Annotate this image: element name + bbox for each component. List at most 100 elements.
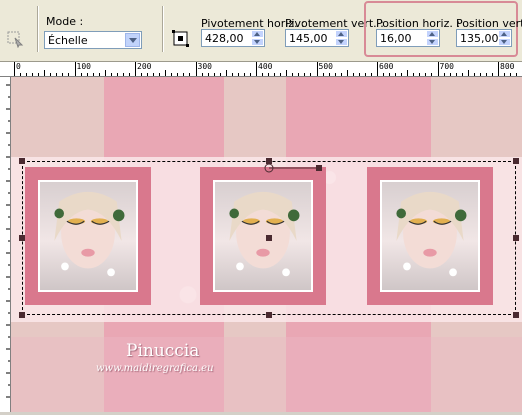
position-vert-input[interactable]: 135,00 xyxy=(456,29,512,47)
mode-dropdown[interactable]: Échelle xyxy=(44,31,142,49)
ruler-minor-tick xyxy=(358,73,360,76)
ruler-minor-tick xyxy=(286,70,288,76)
ruler-minor-tick xyxy=(189,73,191,76)
ruler-minor-tick xyxy=(249,73,251,76)
ruler-minor-tick xyxy=(104,70,106,76)
resize-handle-tr[interactable] xyxy=(513,158,519,164)
ruler-minor-tick xyxy=(310,73,312,76)
ruler-minor-tick xyxy=(213,73,215,76)
ruler-minor-tick xyxy=(116,73,118,76)
spin-down-icon[interactable] xyxy=(498,38,511,46)
ruler-major-tick xyxy=(437,62,439,76)
ruler-minor-tick xyxy=(352,73,354,76)
ruler-label: 600 xyxy=(379,62,394,71)
ruler-minor-tick xyxy=(473,73,475,76)
ruler-minor-tick xyxy=(44,70,46,76)
pick-tool-icon[interactable] xyxy=(6,30,24,49)
ruler-label: 300 xyxy=(197,62,212,71)
horizontal-ruler: 0 100 200 300 400 500 600 700 800 xyxy=(0,62,522,77)
ruler-minor-tick xyxy=(467,70,469,76)
ruler-minor-tick xyxy=(38,73,40,76)
resize-handle-bl[interactable] xyxy=(19,312,25,318)
ruler-minor-tick xyxy=(395,73,397,76)
ruler-minor-tick xyxy=(122,73,124,76)
ruler-minor-tick xyxy=(479,73,481,76)
watermark-url: www.maidiregrafica.eu xyxy=(96,363,214,374)
pivot-vert-spinner[interactable] xyxy=(335,30,348,46)
ruler-label: 0 xyxy=(16,62,21,71)
ruler-minor-tick xyxy=(431,73,433,76)
ruler-minor-tick xyxy=(262,73,264,76)
ruler-minor-tick xyxy=(20,73,22,76)
ruler-minor-tick xyxy=(237,73,239,76)
ruler-minor-tick xyxy=(80,73,82,76)
ruler-minor-tick xyxy=(177,73,179,76)
resize-handle-br[interactable] xyxy=(513,312,519,318)
ruler-minor-tick xyxy=(364,73,366,76)
pivot-vert-value: 145,00 xyxy=(289,32,328,45)
ruler-major-tick xyxy=(14,62,15,76)
spin-up-icon[interactable] xyxy=(498,30,511,38)
ruler-label: 100 xyxy=(76,62,91,71)
spin-up-icon[interactable] xyxy=(251,30,264,38)
spin-up-icon[interactable] xyxy=(335,30,348,38)
resize-handle-mr[interactable] xyxy=(513,235,519,241)
ruler-minor-tick xyxy=(334,73,336,76)
ruler-minor-tick xyxy=(165,70,167,76)
position-horiz-spinner[interactable] xyxy=(426,30,439,46)
position-vert-spinner[interactable] xyxy=(498,30,511,46)
ruler-minor-tick xyxy=(504,73,506,76)
ruler-minor-tick xyxy=(346,70,348,76)
toolbar-separator xyxy=(37,6,39,52)
mode-value: Échelle xyxy=(48,34,88,47)
ruler-minor-tick xyxy=(322,73,324,76)
resize-handle-tl[interactable] xyxy=(19,158,25,164)
ruler-minor-tick xyxy=(68,73,70,76)
ruler-minor-tick xyxy=(92,73,94,76)
spin-down-icon[interactable] xyxy=(335,38,348,46)
spin-up-icon[interactable] xyxy=(426,30,439,38)
ruler-minor-tick xyxy=(449,73,451,76)
pivot-horiz-value: 428,00 xyxy=(205,32,244,45)
ruler-minor-tick xyxy=(201,73,203,76)
ruler-major-tick xyxy=(316,62,318,76)
ruler-minor-tick xyxy=(98,73,100,76)
position-horiz-input[interactable]: 16,00 xyxy=(376,29,440,47)
ruler-label: 200 xyxy=(137,62,152,71)
ruler-minor-tick xyxy=(153,73,155,76)
bottom-band xyxy=(11,337,522,412)
vertical-ruler xyxy=(0,77,11,412)
rotation-handle[interactable] xyxy=(259,161,329,175)
pivot-vert-input[interactable]: 145,00 xyxy=(285,29,349,47)
position-horiz-value: 16,00 xyxy=(380,32,412,45)
pivot-horiz-spinner[interactable] xyxy=(251,30,264,46)
ruler-minor-tick xyxy=(304,73,306,76)
chevron-down-icon[interactable] xyxy=(125,33,140,47)
ruler-minor-tick xyxy=(225,70,227,76)
ruler-major-tick xyxy=(498,62,499,76)
ruler-minor-tick xyxy=(455,73,457,76)
ruler-minor-tick xyxy=(32,73,34,76)
ruler-minor-tick xyxy=(274,73,276,76)
ruler-minor-tick xyxy=(328,73,330,76)
ruler-minor-tick xyxy=(50,73,52,76)
spin-down-icon[interactable] xyxy=(251,38,264,46)
ruler-label: 700 xyxy=(439,62,454,71)
ruler-major-tick xyxy=(74,62,76,76)
center-pivot-icon[interactable] xyxy=(172,30,190,48)
ruler-minor-tick xyxy=(461,73,463,76)
ruler-minor-tick xyxy=(183,73,185,76)
ruler-minor-tick xyxy=(292,73,294,76)
image-canvas[interactable] xyxy=(11,77,522,412)
ruler-minor-tick xyxy=(56,73,58,76)
ruler-minor-tick xyxy=(219,73,221,76)
pivot-horiz-input[interactable]: 428,00 xyxy=(201,29,265,47)
ruler-minor-tick xyxy=(86,73,88,76)
ruler-major-tick xyxy=(377,62,378,76)
ruler-minor-tick xyxy=(491,73,493,76)
resize-handle-ml[interactable] xyxy=(19,235,25,241)
resize-handle-bc[interactable] xyxy=(266,312,272,318)
ruler-minor-tick xyxy=(62,73,64,76)
spin-down-icon[interactable] xyxy=(426,38,439,46)
pivot-point-handle[interactable] xyxy=(266,235,272,241)
